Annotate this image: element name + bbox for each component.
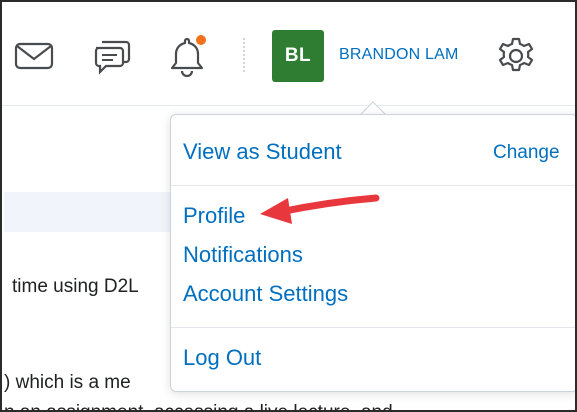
top-navbar: BL BRANDON LAM [2, 2, 575, 106]
view-as-student-item[interactable]: View as Student [183, 139, 342, 165]
mail-icon[interactable] [14, 42, 54, 70]
body-text-line: ) which is a me [4, 372, 131, 393]
account-settings-item[interactable]: Account Settings [183, 281, 348, 307]
body-text-line: time using D2L [12, 276, 139, 297]
menu-divider [171, 185, 575, 186]
notification-dot [196, 35, 206, 45]
content-band [4, 192, 175, 232]
chat-icon[interactable] [92, 37, 132, 75]
user-name[interactable]: BRANDON LAM [339, 46, 459, 64]
notifications-item[interactable]: Notifications [183, 242, 303, 268]
log-out-item[interactable]: Log Out [183, 345, 261, 371]
menu-divider [171, 327, 575, 328]
profile-item[interactable]: Profile [183, 203, 245, 229]
avatar[interactable]: BL [272, 30, 324, 82]
red-arrow-annotation [258, 190, 382, 231]
user-dropdown-menu: View as Student Change Profile Notificat… [170, 114, 575, 392]
change-link[interactable]: Change [493, 142, 560, 164]
body-text-line: n an assignment, accessing a live lectur… [4, 402, 393, 410]
header-divider [243, 38, 245, 72]
screenshot-frame: BL BRANDON LAM time using D2L ) which is… [0, 0, 577, 412]
gear-icon[interactable] [496, 36, 536, 81]
